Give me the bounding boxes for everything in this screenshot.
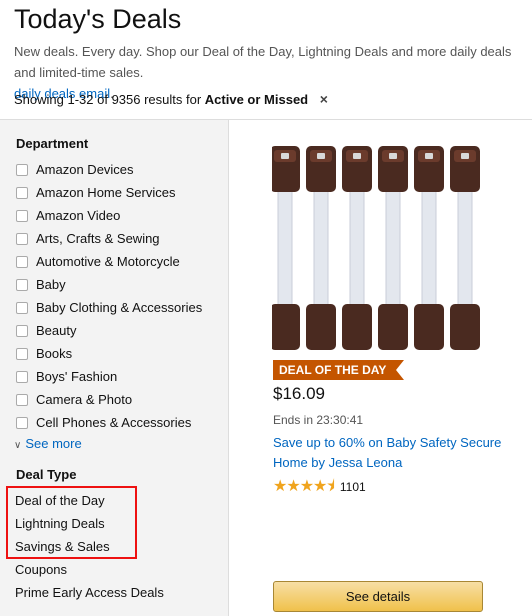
department-item[interactable]: Books [16, 342, 202, 365]
page-title: Today's Deals [14, 4, 182, 34]
department-label: Amazon Devices [36, 162, 134, 177]
deal-type-item[interactable]: Deal of the Day [15, 489, 164, 512]
active-filter: Active or Missed [204, 92, 309, 107]
department-checkbox[interactable] [16, 186, 28, 199]
department-item[interactable]: Arts, Crafts & Sewing [16, 227, 202, 250]
department-item[interactable]: Cell Phones & Accessories [16, 411, 202, 434]
department-checkbox[interactable] [16, 370, 28, 383]
deal-type-item[interactable]: Lightning Deals [15, 512, 164, 535]
department-label: Books [36, 346, 73, 361]
department-checkbox[interactable] [16, 393, 28, 406]
deal-card: DEAL OF THE DAY $16.09 Ends in 23:30:41 … [230, 120, 532, 616]
department-item[interactable]: Baby Clothing & Accessories [16, 296, 202, 319]
clear-filter-icon[interactable]: × [320, 91, 328, 107]
department-checkbox[interactable] [16, 255, 28, 268]
department-label: Automotive & Motorcycle [36, 254, 180, 269]
product-title-link[interactable]: Save up to 60% on Baby Safety Secure Hom… [273, 433, 523, 473]
department-checkbox[interactable] [16, 163, 28, 176]
department-item[interactable]: Baby [16, 273, 202, 296]
department-label: Amazon Home Services [36, 185, 176, 200]
department-label: Camera & Photo [36, 392, 133, 407]
see-more-label: See more [25, 436, 82, 451]
deal-type-item[interactable]: Savings & Sales [15, 535, 164, 558]
department-item[interactable]: Amazon Video [16, 204, 202, 227]
results-summary: Showing 1-32 of 9356 results for Active … [14, 91, 328, 107]
department-item[interactable]: Amazon Devices [16, 158, 202, 181]
department-item[interactable]: Beauty [16, 319, 202, 342]
department-checkbox[interactable] [16, 347, 28, 360]
department-checkbox[interactable] [16, 324, 28, 337]
product-image[interactable] [272, 144, 480, 366]
see-more-link[interactable]: ∨ See more [14, 436, 82, 451]
department-checkbox[interactable] [16, 416, 28, 429]
department-title: Department [16, 136, 89, 151]
deal-of-the-day-badge: DEAL OF THE DAY [273, 360, 405, 380]
department-label: Baby [36, 277, 66, 292]
department-label: Boys' Fashion [36, 369, 118, 384]
department-checkbox[interactable] [16, 278, 28, 291]
department-item[interactable]: Boys' Fashion [16, 365, 202, 388]
deal-type-title: Deal Type [16, 467, 77, 482]
department-label: Amazon Video [36, 208, 121, 223]
deal-type-item[interactable]: Prime Early Access Deals [15, 581, 164, 604]
department-item[interactable]: Amazon Home Services [16, 181, 202, 204]
deal-type-item[interactable]: Coupons [15, 558, 164, 581]
department-label: Beauty [36, 323, 77, 338]
department-checkbox[interactable] [16, 209, 28, 222]
department-checkbox[interactable] [16, 232, 28, 245]
deal-type-list: Deal of the Day Lightning Deals Savings & … [15, 489, 164, 604]
department-label: Arts, Crafts & Sewing [36, 231, 160, 246]
see-details-button[interactable]: See details [273, 581, 483, 612]
department-list: Amazon Devices Amazon Home Services Amazon… [16, 158, 202, 434]
filter-sidebar: Department Amazon Devices Amazon Home Ser… [0, 120, 229, 616]
department-item[interactable]: Camera & Photo [16, 388, 202, 411]
deal-timer: Ends in 23:30:41 [273, 413, 364, 427]
department-label: Cell Phones & Accessories [36, 415, 192, 430]
department-label: Baby Clothing & Accessories [36, 300, 203, 315]
product-rating[interactable]: ★★★★⯨ 1101 [273, 479, 366, 495]
subtitle-text: New deals. Every day. Shop our Deal of t… [14, 44, 512, 80]
star-rating-icon: ★★★★⯨ [273, 478, 335, 495]
product-price: $16.09 [273, 384, 325, 403]
department-item[interactable]: Automotive & Motorcycle [16, 250, 202, 273]
results-count: Showing 1-32 of 9356 results for [14, 92, 202, 107]
chevron-down-icon: ∨ [14, 440, 22, 451]
rating-count: 1101 [339, 480, 366, 494]
department-checkbox[interactable] [16, 301, 28, 314]
